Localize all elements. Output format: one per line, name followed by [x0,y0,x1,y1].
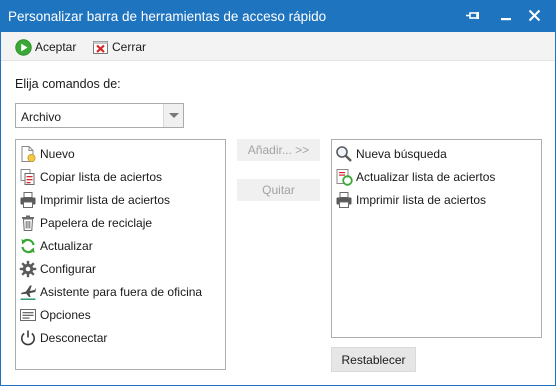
list-item-label: Asistente para fuera de oficina [40,284,203,299]
copy-list-icon [19,168,37,186]
title-bar[interactable]: Personalizar barra de herramientas de ac… [1,1,555,32]
toolbar-commands-list[interactable]: Nueva búsqueda Actualizar lista de acier… [331,139,542,338]
list-item-print-list[interactable]: Imprimir lista de aciertos [19,189,170,210]
list-item-refresh[interactable]: Actualizar [19,235,93,256]
commands-source-select[interactable]: Archivo [15,103,184,128]
list-item-label: Opciones [40,307,91,322]
list-item-options[interactable]: Opciones [19,304,91,325]
reset-button[interactable]: Restablecer [331,347,416,372]
list-item-label: Actualizar [40,238,93,253]
customize-dialog: Personalizar barra de herramientas de ac… [0,0,556,386]
list-item-label: Imprimir lista de aciertos [40,192,171,207]
close-label: Cerrar [112,40,147,54]
pin-icon[interactable] [465,7,483,25]
list-item-print-list[interactable]: Imprimir lista de aciertos [335,189,486,210]
power-icon [19,329,37,347]
available-commands-list[interactable]: Nuevo Copiar lista de aciertos Imprimir … [15,139,226,370]
dropdown-button[interactable] [163,104,183,127]
list-item-label: Copiar lista de aciertos [40,169,163,184]
choose-commands-label: Elija comandos de: [15,77,121,91]
refresh-list-icon [335,168,353,186]
list-item-label: Configurar [40,261,97,276]
chevron-down-icon [169,113,179,118]
list-item-label: Actualizar lista de aciertos [356,169,496,184]
accept-button[interactable]: Aceptar [15,37,76,57]
new-document-icon [19,145,37,163]
gear-icon [19,260,37,278]
list-item-out-of-office[interactable]: Asistente para fuera de oficina [19,281,202,302]
airplane-icon [19,283,37,301]
refresh-icon [19,237,37,255]
list-item-disconnect[interactable]: Desconectar [19,327,107,348]
green-play-icon [15,38,32,56]
action-toolbar: Aceptar Cerrar [1,32,555,61]
list-item-new[interactable]: Nuevo [19,143,75,164]
red-x-icon [92,39,109,56]
list-item-copy-list[interactable]: Copiar lista de aciertos [19,166,162,187]
commands-source-value: Archivo [21,110,62,124]
close-button[interactable]: Cerrar [92,37,146,57]
minimize-icon[interactable] [498,7,516,25]
window-title: Personalizar barra de herramientas de ac… [8,9,327,24]
close-icon[interactable] [526,7,544,25]
options-icon [19,306,37,324]
search-icon [335,145,353,163]
list-item-label: Nuevo [40,146,75,161]
list-item-label: Imprimir lista de aciertos [356,192,487,207]
list-item-label: Nueva búsqueda [356,146,447,161]
list-item-configure[interactable]: Configurar [19,258,96,279]
printer-icon [19,191,37,209]
remove-button[interactable]: Quitar [237,179,320,201]
list-item-new-search[interactable]: Nueva búsqueda [335,143,447,164]
list-item-label: Papelera de reciclaje [40,215,153,230]
printer-icon [335,191,353,209]
recycle-bin-icon [19,214,37,232]
list-item-refresh-list[interactable]: Actualizar lista de aciertos [335,166,495,187]
accept-label: Aceptar [35,40,77,54]
add-button[interactable]: Añadir... >> [237,139,320,161]
list-item-label: Desconectar [40,330,108,345]
list-item-recycle-bin[interactable]: Papelera de reciclaje [19,212,152,233]
